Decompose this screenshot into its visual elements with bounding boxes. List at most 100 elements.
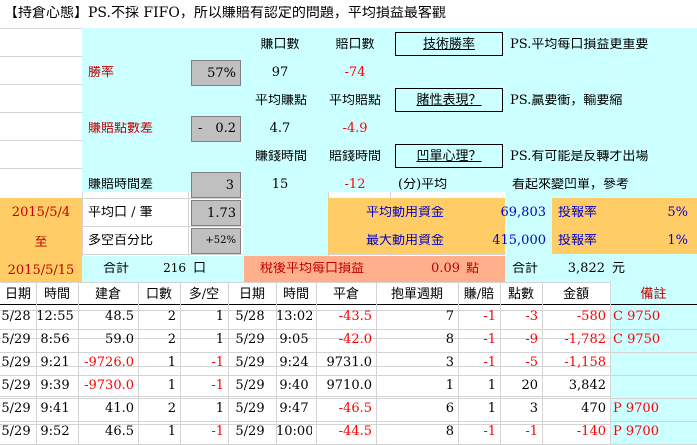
cell-points: 3 — [529, 402, 538, 415]
header-points: 點數 — [507, 287, 534, 302]
cell-open-price: 48.5 — [105, 310, 134, 323]
avg-capital-value: 69,803 — [500, 206, 547, 219]
period-to: 至 — [34, 236, 48, 249]
total-lots-value: 216 — [163, 262, 186, 274]
cell-points: -3 — [525, 310, 538, 323]
cell-win-loss: -1 — [483, 310, 496, 323]
cell-lots: 1 — [167, 379, 176, 392]
loss-count-header: 賠口數 — [335, 38, 375, 51]
cell-side: -1 — [211, 356, 224, 369]
roi2-value: 1% — [667, 234, 688, 247]
cell-amount: -1,782 — [564, 333, 606, 346]
note-avg-pnl: PS.平均每口損益更重要 — [510, 38, 649, 51]
note-reversal: PS.有可能是反轉才出場 — [510, 150, 649, 163]
cell-date: 5/29 — [1, 425, 31, 438]
header-close-time: 時間 — [282, 287, 309, 302]
cell-close-date: 5/29 — [235, 402, 265, 415]
cell-hold-period: 1 — [445, 379, 454, 392]
header-date: 日期 — [4, 287, 31, 302]
cell-close-date: 5/29 — [235, 356, 265, 369]
after-tax-unit: 點 — [466, 262, 480, 275]
trap-link[interactable]: 凹單心理？ — [395, 144, 503, 168]
period-end: 2015/5/15 — [7, 264, 75, 277]
win-count-header: 賺口數 — [260, 38, 300, 51]
cell-close-price: -42.0 — [338, 333, 372, 346]
pts-diff-label: 賺賠點數差 — [88, 122, 154, 135]
cell-lots: 2 — [167, 402, 176, 415]
cell-time: 9:39 — [40, 379, 70, 392]
avg-lot-label: 平均口 / 筆 — [88, 206, 153, 219]
cell-note: C 9750 — [613, 333, 661, 346]
cell-win-loss: -1 — [483, 356, 496, 369]
header-close-date: 日期 — [238, 287, 265, 302]
avg-win-pts-header: 平均賺點 — [254, 94, 307, 107]
cell-open-price: 41.0 — [105, 402, 134, 415]
win-rate-value: 57% — [191, 60, 241, 86]
cell-amount: 470 — [581, 402, 606, 415]
cell-lots: 2 — [167, 333, 176, 346]
cell-hold-period: 6 — [445, 402, 454, 415]
win-time-value: 15 — [271, 178, 289, 191]
roi1-label: 投報率 — [558, 206, 598, 219]
cell-hold-period: 8 — [445, 333, 454, 346]
cell-date: 5/28 — [1, 310, 31, 323]
loss-time-value: -12 — [344, 178, 366, 191]
cell-close-date: 5/28 — [235, 310, 265, 323]
cell-close-time: 9:40 — [279, 379, 309, 392]
cell-win-loss: -1 — [483, 333, 496, 346]
total-amount-value: 3,822 — [567, 262, 605, 275]
cell-points: -9 — [525, 333, 538, 346]
loss-time-header: 賠錢時間 — [328, 150, 381, 163]
header-hold-period: 抱單週期 — [390, 287, 443, 302]
cell-lots: 2 — [167, 310, 176, 323]
time-diff-value: 3 — [191, 172, 241, 198]
roi2-label: 投報率 — [558, 234, 598, 247]
cell-close-price: 9731.0 — [326, 356, 373, 369]
cell-note: P 9700 — [613, 425, 659, 438]
cell-time: 9:52 — [40, 425, 70, 438]
pts-diff-value: 0.2 — [215, 122, 236, 135]
cell-win-loss: 1 — [487, 402, 496, 415]
max-capital-value: 415,000 — [492, 234, 546, 247]
cell-side: -1 — [211, 379, 224, 392]
cell-lots: 1 — [167, 356, 176, 369]
win-rate-label: 勝率 — [88, 66, 115, 79]
header-side: 多/空 — [188, 287, 220, 302]
cell-hold-period: 7 — [445, 310, 454, 323]
gamble-link[interactable]: 賭性表現？ — [395, 88, 503, 112]
avg-lot-value: 1.73 — [191, 200, 241, 226]
total-lots-label: 合計 — [103, 262, 130, 275]
cell-lots: 1 — [167, 425, 176, 438]
note-reference: 看起來變凹單，參考 — [512, 178, 630, 191]
header-win-loss: 賺/賠 — [463, 287, 495, 302]
cell-points: -1 — [525, 425, 538, 438]
cell-close-time: 13:02 — [276, 310, 312, 323]
cell-points: 20 — [521, 379, 538, 392]
avg-loss-pts-value: -4.9 — [342, 122, 368, 135]
tech-winrate-link[interactable]: 技術勝率 — [395, 32, 503, 56]
cell-amount: 3,842 — [568, 379, 606, 392]
roi1-value: 5% — [667, 206, 688, 219]
period-start: 2015/5/4 — [11, 206, 71, 219]
win-time-header: 賺錢時間 — [254, 150, 307, 163]
cell-open-price: -9726.0 — [84, 356, 134, 369]
total-amount-unit: 元 — [612, 262, 626, 275]
cell-close-time: 9:24 — [279, 356, 309, 369]
cell-time: 8:56 — [40, 333, 70, 346]
stats-panel — [82, 28, 697, 192]
cell-date: 5/29 — [1, 379, 31, 392]
cell-note: P 9700 — [613, 402, 659, 415]
cell-open-price: 46.5 — [105, 425, 134, 438]
cell-side: 1 — [215, 333, 224, 346]
avg-loss-pts-header: 平均賠點 — [328, 94, 381, 107]
max-capital-label: 最大動用資金 — [366, 234, 445, 247]
note-win-lose: PS.贏要衝，輸要縮 — [510, 94, 623, 107]
cell-close-time: 10:00 — [276, 425, 312, 438]
header-note: 備註 — [640, 287, 667, 302]
cell-side: -1 — [211, 425, 224, 438]
cell-side: 1 — [215, 402, 224, 415]
cell-win-loss: -1 — [483, 425, 496, 438]
cell-close-price: -44.5 — [338, 425, 372, 438]
stats-panel-mid — [243, 192, 328, 256]
cell-side: 1 — [215, 310, 224, 323]
